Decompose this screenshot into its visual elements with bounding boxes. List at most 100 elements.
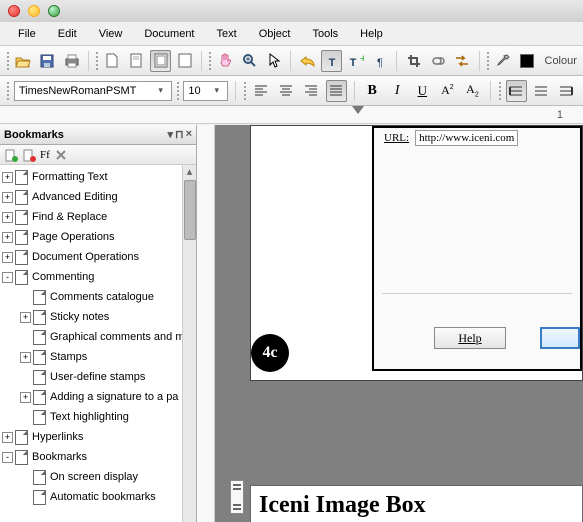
zoom-window-button[interactable] [48,5,60,17]
undo-button[interactable] [297,50,318,72]
bookmark-item[interactable]: +Hyperlinks [0,427,196,447]
panel-pin-icon[interactable]: ⊓ [175,128,184,141]
menu-document[interactable]: Document [134,25,204,43]
bookmark-item[interactable]: Comments catalogue [0,287,196,307]
bookmark-options-icon[interactable] [54,148,68,162]
bookmark-item[interactable]: +Document Operations [0,247,196,267]
list-center-button[interactable] [531,80,552,102]
list-left-button[interactable] [506,80,527,102]
expand-icon[interactable]: + [2,432,13,443]
menu-view[interactable]: View [89,25,133,43]
bookmark-item[interactable]: Automatic bookmarks [0,487,196,507]
list-right-button[interactable] [556,80,577,102]
link-button[interactable] [427,50,448,72]
bookmark-item[interactable]: +Find & Replace [0,207,196,227]
bookmark-label: Stamps [50,351,87,363]
align-left-button[interactable] [250,80,271,102]
toolbar-grip[interactable] [95,51,99,71]
toolbar-grip[interactable] [243,81,247,101]
align-center-button[interactable] [276,80,297,102]
hand-tool-button[interactable] [215,50,236,72]
page-fit-button[interactable] [150,50,171,72]
font-name-combo[interactable]: TimesNewRomanPSMT ▾ [14,81,172,101]
bold-button[interactable]: B [362,80,383,102]
bookmark-item[interactable]: +Formatting Text [0,167,196,187]
bookmarks-panel-header[interactable]: Bookmarks ▾ ⊓ × [0,125,196,145]
collapse-icon[interactable]: - [2,452,13,463]
pointer-tool-button[interactable] [263,50,284,72]
horizontal-ruler[interactable]: 1 [0,106,583,124]
superscript-button[interactable]: A2 [437,80,458,102]
bookmark-item[interactable]: User-define stamps [0,367,196,387]
minimize-window-button[interactable] [28,5,40,17]
open-button[interactable] [13,50,34,72]
expand-icon[interactable]: + [2,212,13,223]
menu-tools[interactable]: Tools [302,25,348,43]
panel-close-icon[interactable]: × [186,128,192,141]
bookmark-item[interactable]: Text highlighting [0,407,196,427]
bookmark-item[interactable]: On screen display [0,467,196,487]
menu-object[interactable]: Object [249,25,301,43]
text-tool-button[interactable]: T [321,50,342,72]
bookmark-item[interactable]: + Stamps [0,347,196,367]
bookmark-item[interactable]: +Sticky notes [0,307,196,327]
save-button[interactable] [37,50,58,72]
bookmark-font-button[interactable]: Ff [40,149,50,161]
print-button[interactable] [61,50,82,72]
ruler-indent-marker[interactable] [352,106,364,114]
bookmark-item[interactable]: -Commenting [0,267,196,287]
page-width-button[interactable] [174,50,195,72]
collapse-icon[interactable]: - [2,272,13,283]
expand-icon[interactable]: + [20,312,31,323]
align-right-button[interactable] [301,80,322,102]
bookmark-item[interactable]: +Page Operations [0,227,196,247]
document-canvas[interactable]: URL: http://www.iceni.com Help 4c Iceni … [215,125,583,522]
text-add-button[interactable]: T+ [345,50,366,72]
align-justify-button[interactable] [326,80,347,102]
toolbar-grip[interactable] [6,81,10,101]
bookmark-item[interactable]: +Advanced Editing [0,187,196,207]
help-button[interactable]: Help [434,327,506,349]
scrollbar-thumb[interactable] [184,180,196,240]
bookmark-item[interactable]: +Adding a signature to a pa [0,387,196,407]
menu-file[interactable]: File [8,25,46,43]
page-slider[interactable] [230,480,244,514]
scroll-up-icon[interactable]: ▴ [183,165,196,179]
menu-edit[interactable]: Edit [48,25,87,43]
expand-icon[interactable]: + [2,192,13,203]
vertical-ruler[interactable] [197,125,215,522]
url-field[interactable]: http://www.iceni.com [415,130,518,146]
expand-icon[interactable]: + [2,172,13,183]
italic-button[interactable]: I [387,80,408,102]
bookmark-item[interactable]: Graphical comments and m [0,327,196,347]
font-size-combo[interactable]: 10 ▾ [183,81,227,101]
toolbar-grip[interactable] [486,51,490,71]
underline-button[interactable]: U [412,80,433,102]
zoom-tool-button[interactable] [239,50,260,72]
expand-icon[interactable]: + [20,392,31,403]
page-single-button[interactable] [126,50,147,72]
expand-icon[interactable]: + [20,352,31,363]
page-new-button[interactable] [102,50,123,72]
delete-bookmark-icon[interactable] [22,148,36,162]
close-window-button[interactable] [8,5,20,17]
tree-scrollbar[interactable]: ▴ [182,165,196,522]
toolbar-grip[interactable] [6,51,10,71]
add-bookmark-icon[interactable] [4,148,18,162]
toolbar-grip[interactable] [498,81,502,101]
expand-icon[interactable]: + [2,252,13,263]
crop-button[interactable] [403,50,424,72]
dialog-primary-button[interactable] [540,327,580,349]
toolbar-grip[interactable] [208,51,212,71]
eyedropper-button[interactable] [492,50,513,72]
bookmark-item[interactable]: -Bookmarks [0,447,196,467]
menu-text[interactable]: Text [207,25,247,43]
subscript-button[interactable]: A2 [462,80,483,102]
color-swatch-button[interactable] [516,50,537,72]
paragraph-button[interactable]: ¶ [369,50,390,72]
toolbar-grip[interactable] [176,81,180,101]
swap-button[interactable] [452,50,473,72]
panel-menu-icon[interactable]: ▾ [167,128,173,141]
menu-help[interactable]: Help [350,25,393,43]
expand-icon[interactable]: + [2,232,13,243]
